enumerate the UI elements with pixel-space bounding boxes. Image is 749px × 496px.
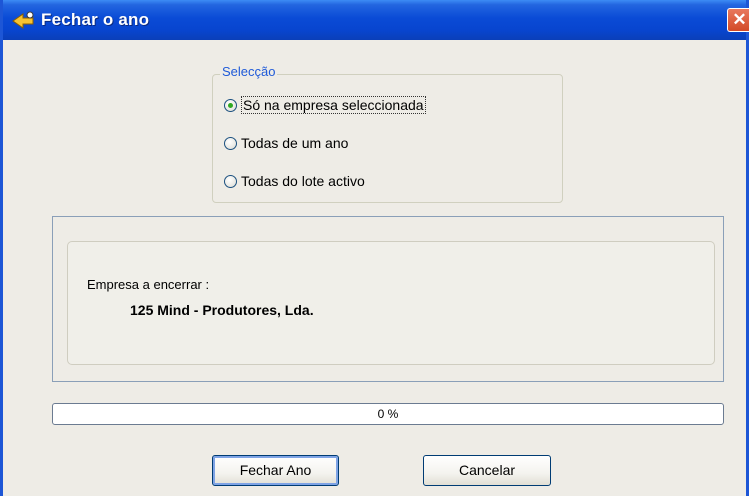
- radio-button[interactable]: [224, 174, 237, 188]
- radio-selected-company[interactable]: Só na empresa seleccionada: [224, 94, 426, 116]
- selection-legend: Selecção: [220, 64, 278, 79]
- radio-all-year[interactable]: Todas de um ano: [224, 132, 348, 154]
- cancel-button[interactable]: Cancelar: [423, 455, 551, 486]
- close-icon: ✕: [732, 10, 747, 29]
- radio-all-batch[interactable]: Todas do lote activo: [224, 170, 365, 192]
- radio-label[interactable]: Só na empresa seleccionada: [241, 96, 426, 114]
- close-year-button[interactable]: Fechar Ano: [212, 455, 339, 486]
- close-button[interactable]: ✕: [727, 8, 749, 32]
- company-label: Empresa a encerrar :: [87, 277, 210, 292]
- company-name: 125 Mind - Produtores, Lda.: [130, 302, 314, 318]
- title-bar[interactable]: Fechar o ano: [3, 0, 746, 40]
- progress-text: 0 %: [377, 407, 399, 421]
- radio-label[interactable]: Todas do lote activo: [241, 173, 365, 189]
- progress-bar: 0 %: [52, 403, 724, 425]
- dialog-window: Fechar o ano ✕ Selecção Só na empresa se…: [0, 0, 749, 496]
- radio-button-checked[interactable]: [224, 98, 237, 112]
- window-title: Fechar o ano: [41, 10, 150, 29]
- app-icon: [12, 11, 34, 29]
- radio-button[interactable]: [224, 136, 237, 150]
- radio-label[interactable]: Todas de um ano: [241, 135, 348, 151]
